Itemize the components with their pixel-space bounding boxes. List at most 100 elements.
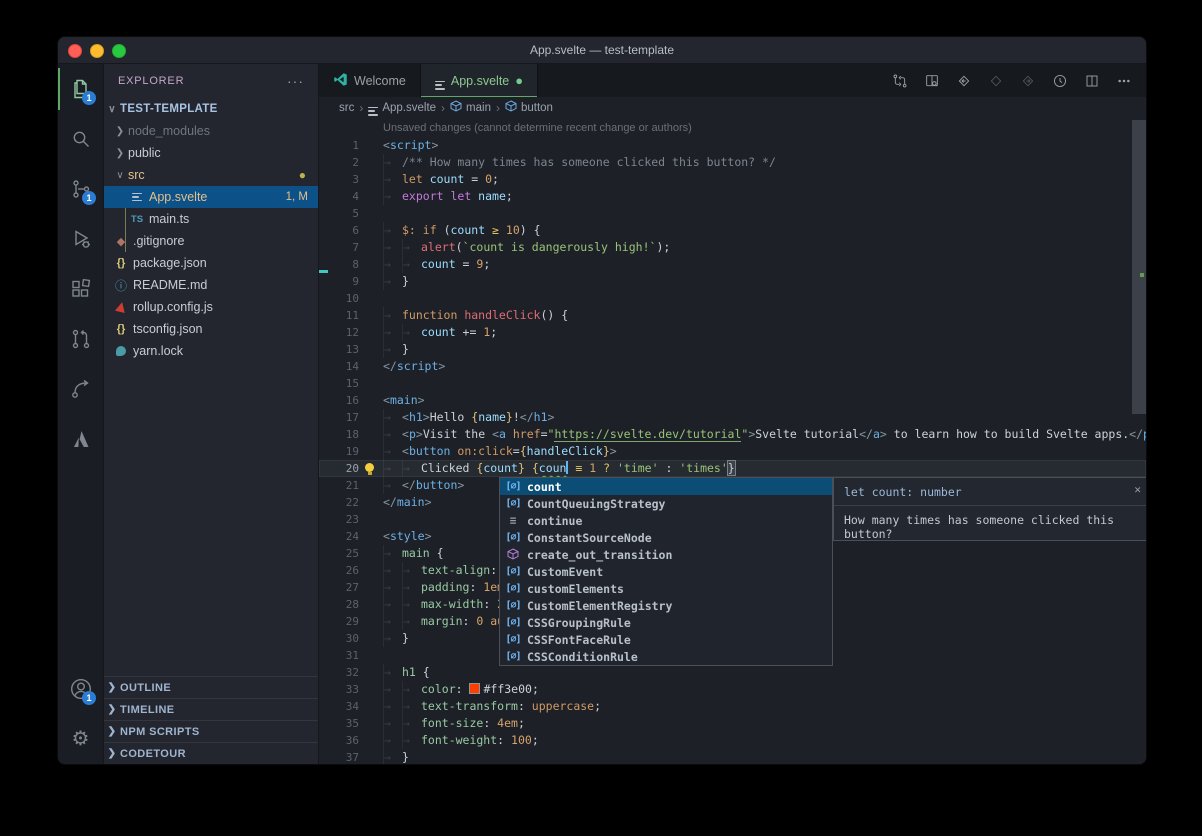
zoom-window-icon[interactable]	[112, 44, 126, 58]
symbol-variable-icon: [∅]	[504, 634, 522, 645]
source-control-icon[interactable]: 1	[58, 164, 103, 214]
svelte-file-icon	[435, 71, 445, 89]
previous-diff-icon[interactable]	[988, 73, 1004, 89]
suggest-item-CSSConditionRule[interactable]: [∅]CSSConditionRule	[500, 648, 832, 665]
suggest-item-create_out_transition[interactable]: create_out_transition	[500, 546, 832, 563]
indent-guide: →	[402, 562, 421, 579]
tree-file-README.md[interactable]: ⓘREADME.md	[104, 274, 318, 296]
tree-folder-src[interactable]: ∨src●	[104, 164, 318, 186]
git-compare-icon[interactable]	[892, 73, 908, 89]
tree-file-rollup.config.js[interactable]: rollup.config.js	[104, 296, 318, 318]
tree-file-package.json[interactable]: {}package.json	[104, 252, 318, 274]
lightbulb-icon[interactable]	[365, 463, 374, 472]
pull-requests-icon[interactable]	[58, 314, 103, 364]
code-line-20: 20→→Clicked {count} {coun ≡ 1 ? 'time' :…	[319, 460, 1146, 477]
chevron-right-icon: ❯	[104, 682, 120, 693]
breadcrumb-item-src[interactable]: src	[339, 102, 354, 114]
title-bar: App.svelte — test-template	[58, 37, 1146, 64]
dirty-dot-icon[interactable]: ●	[515, 74, 523, 87]
suggest-item-count[interactable]: [∅]count	[500, 478, 832, 495]
minimize-window-icon[interactable]	[90, 44, 104, 58]
indent-guide: →	[383, 749, 402, 764]
tree-root-folder[interactable]: ∨TEST-TEMPLATE	[104, 98, 318, 120]
open-preview-icon[interactable]	[924, 73, 940, 89]
timeline-clock-icon[interactable]	[1052, 73, 1068, 89]
code-line-4: 4→export let name;	[319, 188, 1146, 205]
code-line-6: 6→$: if (count ≥ 10) {	[319, 222, 1146, 239]
symbol-variable-icon: [∅]	[504, 532, 522, 543]
editor-group: WelcomeApp.svelte● src›App.svelte›main›b…	[319, 64, 1146, 764]
suggest-item-CSSGroupingRule[interactable]: [∅]CSSGroupingRule	[500, 614, 832, 631]
previous-change-icon[interactable]	[956, 73, 972, 89]
line-number: 28	[319, 596, 359, 613]
panel-outline[interactable]: ❯OUTLINE	[104, 676, 318, 698]
json-file-icon: {}	[112, 257, 130, 269]
suggest-item-CSSFontFaceRule[interactable]: [∅]CSSFontFaceRule	[500, 631, 832, 648]
code-editor[interactable]: Unsaved changes (cannot determine recent…	[319, 118, 1146, 764]
indent-guide: →	[383, 562, 402, 579]
code-line-1: 1<script>	[319, 137, 1146, 154]
more-actions-icon[interactable]	[1116, 73, 1132, 89]
accounts-icon[interactable]: 1	[58, 664, 103, 714]
tree-file-App.svelte[interactable]: App.svelte1, M	[104, 186, 318, 208]
tree-file-main.ts[interactable]: TSmain.ts	[104, 208, 318, 230]
indent-guide: →	[402, 460, 421, 477]
breadcrumb-item-button[interactable]: button	[505, 100, 553, 115]
code-line-16: 16<main>	[319, 392, 1146, 409]
line-number: 16	[319, 392, 359, 409]
panel-npm-scripts[interactable]: ❯NPM SCRIPTS	[104, 720, 318, 742]
line-number: 5	[319, 205, 359, 222]
explorer-more-actions-icon[interactable]: ···	[287, 73, 304, 89]
suggest-item-CustomEvent[interactable]: [∅]CustomEvent	[500, 563, 832, 580]
symbol-cube-icon	[505, 100, 517, 115]
codetour-icon[interactable]	[58, 364, 103, 414]
scrollbar-slider[interactable]	[1132, 120, 1146, 414]
indent-guide: →	[383, 698, 402, 715]
azure-icon[interactable]	[58, 414, 103, 464]
color-swatch	[469, 683, 480, 694]
split-editor-icon[interactable]	[1084, 73, 1100, 89]
extensions-icon[interactable]	[58, 264, 103, 314]
suggest-item-CustomElementRegistry[interactable]: [∅]CustomElementRegistry	[500, 597, 832, 614]
tree-folder-node_modules[interactable]: ❯node_modules	[104, 120, 318, 142]
breadcrumb-item-app-svelte[interactable]: App.svelte	[368, 99, 436, 115]
breadcrumb-item-main[interactable]: main	[450, 100, 491, 115]
code-line-3: 3→let count = 0;	[319, 171, 1146, 188]
suggest-docs-description: How many times has someone clicked this …	[834, 505, 1146, 548]
indent-guide: →	[383, 579, 402, 596]
chevron-right-icon: ❯	[112, 148, 128, 159]
suggest-item-ConstantSourceNode[interactable]: [∅]ConstantSourceNode	[500, 529, 832, 546]
rollup-file-icon	[112, 302, 130, 312]
code-line-33: 33→→color: #ff3e00;	[319, 681, 1146, 698]
tree-file-yarn.lock[interactable]: yarn.lock	[104, 340, 318, 362]
explorer-icon[interactable]: 1	[58, 64, 103, 114]
settings-icon[interactable]: ⚙	[58, 714, 103, 764]
tree-file-.gitignore[interactable]: ◆.gitignore	[104, 230, 318, 252]
tree-file-tsconfig.json[interactable]: {}tsconfig.json	[104, 318, 318, 340]
code-line-15: 15	[319, 375, 1146, 392]
tab-welcome[interactable]: Welcome	[319, 64, 421, 97]
suggest-item-continue[interactable]: ≡continue	[500, 512, 832, 529]
search-icon[interactable]	[58, 114, 103, 164]
tab-app-svelte[interactable]: App.svelte●	[421, 64, 538, 97]
suggest-item-CountQueuingStrategy[interactable]: [∅]CountQueuingStrategy	[500, 495, 832, 512]
typescript-file-icon: TS	[128, 214, 146, 225]
suggest-item-customElements[interactable]: [∅]customElements	[500, 580, 832, 597]
code-line-5: 5	[319, 205, 1146, 222]
line-number: 1	[319, 137, 359, 154]
line-number: 21	[319, 477, 359, 494]
code-line-2: 2→/** How many times has someone clicked…	[319, 154, 1146, 171]
modified-dot-badge: ●	[299, 168, 306, 182]
close-window-icon[interactable]	[68, 44, 82, 58]
run-debug-icon[interactable]	[58, 214, 103, 264]
close-icon[interactable]: ✕	[1134, 483, 1141, 496]
panel-codetour[interactable]: ❯CODETOUR	[104, 742, 318, 764]
tree-folder-public[interactable]: ❯public	[104, 142, 318, 164]
code-line-14: 14</script>	[319, 358, 1146, 375]
vertical-scrollbar[interactable]	[1132, 118, 1146, 764]
line-number: 20	[319, 460, 359, 477]
symbol-keyword-icon: ≡	[504, 514, 522, 527]
line-number: 24	[319, 528, 359, 545]
panel-timeline[interactable]: ❯TIMELINE	[104, 698, 318, 720]
next-diff-icon[interactable]	[1020, 73, 1036, 89]
